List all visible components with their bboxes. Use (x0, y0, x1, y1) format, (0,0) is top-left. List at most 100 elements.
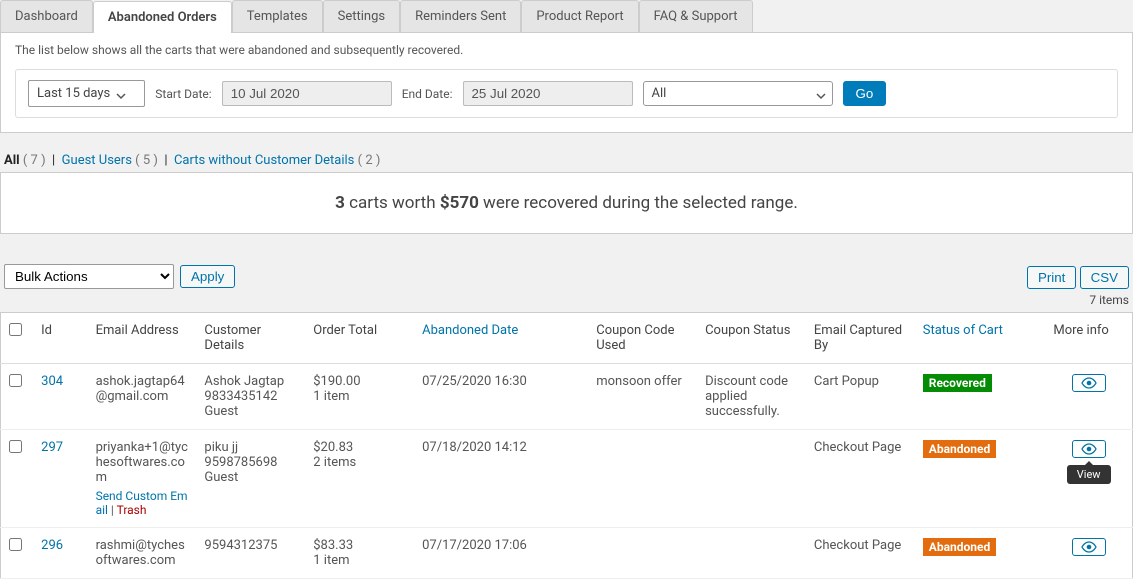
filter-panel: The list below shows all the carts that … (0, 33, 1133, 133)
actions-row: Bulk Actions Apply Print CSV (0, 264, 1133, 289)
tab-templates[interactable]: Templates (232, 0, 323, 32)
col-id: Id (33, 313, 87, 364)
trash-link[interactable]: Trash (117, 503, 147, 517)
guest-count: ( 5 ) (135, 153, 158, 168)
status-badge: Abandoned (923, 440, 996, 458)
col-coupon-used: Coupon Code Used (588, 313, 697, 364)
customer-cell: piku jj9598785698Guest (196, 430, 305, 528)
coupon-status-cell (697, 528, 806, 579)
subfilter-links: All ( 7 ) | Guest Users ( 5 ) | Carts wi… (0, 153, 1133, 172)
status-cell: Abandoned (915, 528, 1046, 579)
chevron-down-icon (816, 90, 824, 98)
guest-users-link[interactable]: Guest Users (62, 153, 132, 168)
coupon-status-cell (697, 430, 806, 528)
intro-text: The list below shows all the carts that … (15, 43, 1118, 57)
tab-faq-support[interactable]: FAQ & Support (639, 0, 753, 32)
col-coupon-status: Coupon Status (697, 313, 806, 364)
summary-rest: were recovered during the selected range… (479, 193, 798, 213)
no-customer-link[interactable]: Carts without Customer Details (174, 153, 354, 168)
order-id-link[interactable]: 297 (41, 440, 63, 455)
status-badge: Abandoned (923, 538, 996, 556)
print-button[interactable]: Print (1027, 266, 1076, 289)
order-id-link[interactable]: 304 (41, 374, 63, 389)
date-range-select[interactable]: Last 15 days (28, 80, 145, 107)
email-cell: priyanka+1@tychesoftwares.comSend Custom… (88, 430, 197, 528)
row-checkbox[interactable] (9, 538, 22, 551)
captured-cell: Checkout Page (806, 430, 915, 528)
all-count: ( 7 ) (23, 153, 46, 168)
tab-reminders-sent[interactable]: Reminders Sent (400, 0, 521, 32)
right-actions: Print CSV (1027, 266, 1129, 289)
view-button[interactable] (1072, 374, 1106, 392)
csv-button[interactable]: CSV (1080, 266, 1129, 289)
coupon-used-cell: monsoon offer (588, 364, 697, 430)
tab-product-report[interactable]: Product Report (521, 0, 638, 32)
item-count: 7 items (1089, 293, 1129, 307)
total-cell: $190.001 item (305, 364, 414, 430)
captured-cell: Checkout Page (806, 528, 915, 579)
coupon-used-cell (588, 528, 697, 579)
tab-settings[interactable]: Settings (323, 0, 400, 32)
segment-select[interactable]: All (643, 81, 833, 106)
chevron-down-icon (116, 90, 124, 98)
start-date-input[interactable] (222, 81, 392, 106)
segment-value: All (652, 86, 667, 101)
top-tabs: DashboardAbandoned OrdersTemplatesSettin… (0, 0, 1133, 33)
go-button[interactable]: Go (843, 81, 887, 106)
total-cell: $20.832 items (305, 430, 414, 528)
view-tooltip: View (1067, 465, 1111, 484)
table-row: 304 ashok.jagtap64@gmail.comAshok Jagtap9… (1, 364, 1133, 430)
more-info-cell: View (1045, 430, 1132, 528)
status-cell: Recovered (915, 364, 1046, 430)
start-date-label: Start Date: (155, 87, 211, 101)
total-cell: $83.331 item (305, 528, 414, 579)
orders-table: Id Email Address Customer Details Order … (0, 312, 1133, 579)
date-cell: 07/25/2020 16:30 (414, 364, 588, 430)
col-captured: Email Captured By (806, 313, 915, 364)
item-count-wrap: 7 items (0, 293, 1133, 312)
tab-dashboard[interactable]: Dashboard (0, 0, 93, 32)
all-filter-label: All (4, 153, 20, 168)
filter-row: Last 15 days Start Date: End Date: All G… (15, 69, 1118, 118)
customer-cell: Ashok Jagtap9833435142Guest (196, 364, 305, 430)
nocust-count: ( 2 ) (358, 153, 381, 168)
status-cell: Abandoned (915, 430, 1046, 528)
apply-button[interactable]: Apply (180, 265, 235, 288)
table-row: 296rashmi@tychesoftwares.com9594312375$8… (1, 528, 1133, 579)
summary-amount: $570 (440, 193, 479, 213)
view-button[interactable] (1072, 538, 1106, 556)
summary-banner: 3 carts worth $570 were recovered during… (0, 172, 1133, 234)
end-date-label: End Date: (402, 87, 453, 101)
col-date[interactable]: Abandoned Date (414, 313, 588, 364)
more-info-cell (1045, 528, 1132, 579)
col-total: Order Total (305, 313, 414, 364)
eye-icon (1081, 541, 1097, 553)
bulk-actions-select[interactable]: Bulk Actions (4, 264, 174, 289)
row-checkbox[interactable] (9, 440, 22, 453)
summary-count: 3 (335, 193, 345, 213)
col-email: Email Address (88, 313, 197, 364)
eye-icon (1081, 377, 1097, 389)
select-all-checkbox[interactable] (9, 323, 22, 336)
coupon-status-cell: Discount code applied successfully. (697, 364, 806, 430)
summary-mid: carts worth (345, 193, 440, 213)
left-actions: Bulk Actions Apply (4, 264, 235, 289)
tab-abandoned-orders[interactable]: Abandoned Orders (93, 1, 232, 33)
col-status[interactable]: Status of Cart (915, 313, 1046, 364)
coupon-used-cell (588, 430, 697, 528)
date-cell: 07/17/2020 17:06 (414, 528, 588, 579)
captured-cell: Cart Popup (806, 364, 915, 430)
col-more: More info (1045, 313, 1132, 364)
end-date-input[interactable] (463, 81, 633, 106)
range-label: Last 15 days (37, 86, 110, 101)
row-checkbox[interactable] (9, 374, 22, 387)
customer-cell: 9594312375 (196, 528, 305, 579)
email-cell: rashmi@tychesoftwares.com (88, 528, 197, 579)
more-info-cell (1045, 364, 1132, 430)
email-cell: ashok.jagtap64@gmail.com (88, 364, 197, 430)
status-badge: Recovered (923, 374, 992, 392)
date-cell: 07/18/2020 14:12 (414, 430, 588, 528)
table-row: 297 priyanka+1@tychesoftwares.comSend Cus… (1, 430, 1133, 528)
view-button[interactable] (1072, 440, 1106, 458)
eye-icon (1081, 443, 1097, 455)
